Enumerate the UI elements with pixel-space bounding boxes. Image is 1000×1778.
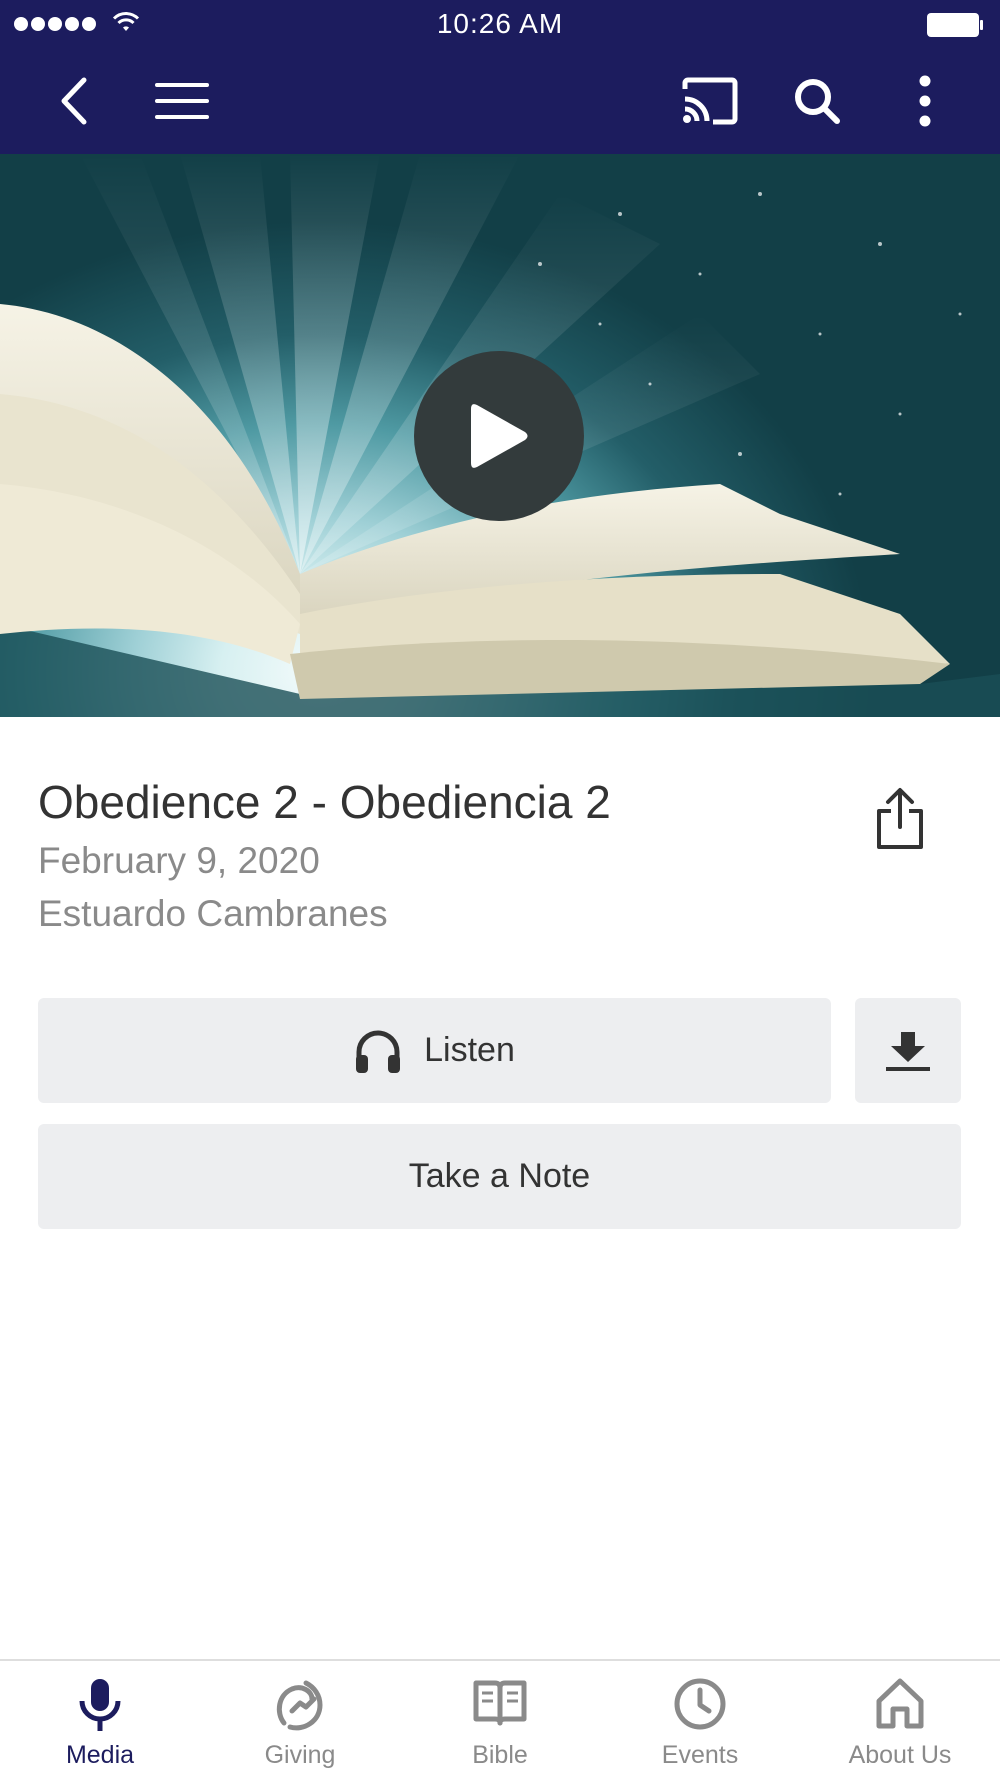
clock-icon [674,1678,726,1730]
home-icon [876,1678,924,1729]
bottom-tab-bar: Media Giving Bible Events About Us [0,1659,1000,1778]
tab-label: Bible [472,1741,528,1769]
media-date: February 9, 2020 [38,840,320,881]
tab-label: Media [65,1741,135,1769]
tab-giving[interactable]: Giving [200,1661,400,1778]
tab-bible[interactable]: Bible [400,1661,600,1778]
take-note-button[interactable]: Take a Note [38,1124,961,1229]
download-icon [886,1031,930,1071]
battery-icon [927,13,983,37]
menu-button[interactable] [147,66,217,136]
take-note-label: Take a Note [408,1157,591,1195]
bible-icon [473,1680,527,1726]
media-title: Obedience 2 - Obediencia 2 [38,776,611,828]
search-icon [795,79,840,124]
share-button[interactable] [865,784,935,854]
more-options-button[interactable] [890,66,960,136]
cast-button[interactable] [675,66,745,136]
cast-icon [682,77,738,125]
status-time: 10:26 AM [436,8,564,39]
tab-label: Giving [264,1741,336,1769]
microphone-icon [79,1679,121,1731]
media-artwork [0,154,1000,717]
download-button[interactable] [855,998,961,1103]
headphones-icon [356,1030,401,1073]
tab-events[interactable]: Events [600,1661,800,1778]
play-button[interactable] [414,351,584,521]
search-button[interactable] [782,66,852,136]
tab-label: Events [661,1741,739,1769]
giving-icon [276,1680,323,1731]
more-vertical-icon [919,75,931,127]
play-icon [471,404,528,468]
share-icon [877,788,923,849]
tab-about-us[interactable]: About Us [800,1661,1000,1778]
listen-label: Listen [424,1031,515,1069]
status-bar: 10:26 AM [0,0,1000,50]
media-speaker: Estuardo Cambranes [38,893,388,934]
tab-media[interactable]: Media [0,1661,200,1778]
tab-label: About Us [848,1741,952,1769]
back-button[interactable] [40,66,110,136]
app-header: 10:26 AM [0,0,1000,154]
back-icon [61,77,87,125]
listen-button[interactable]: Listen [38,998,831,1103]
hamburger-menu-icon [155,83,209,119]
